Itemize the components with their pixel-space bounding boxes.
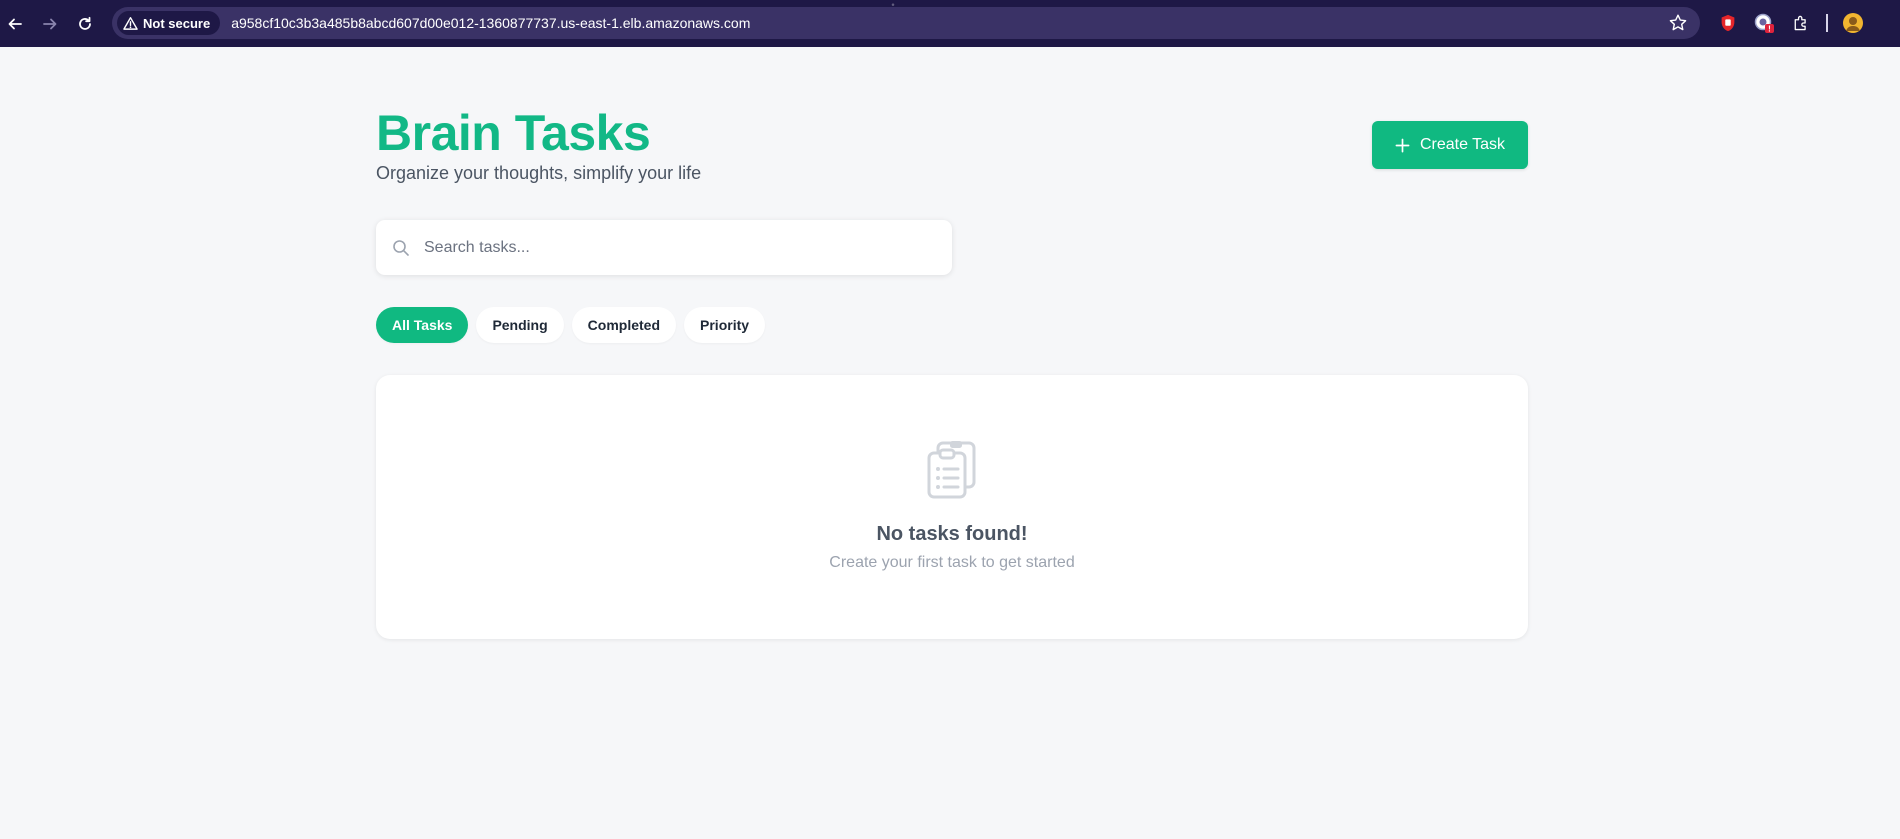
empty-state-card: No tasks found! Create your first task t… (376, 375, 1528, 639)
plus-icon (1395, 138, 1410, 152)
search-input[interactable] (424, 238, 924, 257)
profile-avatar-button[interactable] (1842, 12, 1864, 34)
security-label: Not secure (143, 15, 211, 31)
svg-text:!: ! (1768, 25, 1771, 34)
extension-logo-icon: ! (1754, 13, 1774, 34)
avatar-icon (1843, 13, 1863, 33)
back-button[interactable] (2, 11, 28, 37)
arrow-right-icon (43, 18, 57, 30)
create-task-button[interactable]: Create Task (1372, 121, 1528, 169)
puzzle-icon (1794, 15, 1806, 31)
reload-button[interactable] (72, 11, 98, 37)
shield-icon (1721, 14, 1735, 32)
reload-icon (79, 16, 91, 30)
filter-completed[interactable]: Completed (571, 307, 677, 343)
empty-state-message: Create your first task to get started (829, 554, 1075, 571)
page-title: Brain Tasks (376, 105, 651, 161)
clipboard-list-icon (927, 441, 976, 499)
address-bar[interactable]: Not secure a958cf10c3b3a485b8abcd607d00e… (112, 7, 1700, 39)
extension-shield-button[interactable] (1717, 12, 1739, 34)
warning-icon (123, 16, 138, 30)
security-chip[interactable]: Not secure (117, 11, 221, 35)
filter-all-tasks[interactable]: All Tasks (376, 307, 469, 343)
url-text[interactable]: a958cf10c3b3a485b8abcd607d00e012-1360877… (231, 15, 750, 31)
empty-state-title: No tasks found! (876, 523, 1028, 545)
search-icon (393, 239, 409, 256)
toolbar-divider (1826, 14, 1828, 32)
filter-tabs: All Tasks Pending Completed Priority (376, 307, 766, 343)
forward-button[interactable] (37, 11, 63, 37)
extensions-button[interactable] (1790, 12, 1812, 34)
filter-pending[interactable]: Pending (476, 307, 564, 343)
create-task-label: Create Task (1419, 136, 1506, 153)
arrow-left-icon (8, 18, 22, 30)
extension-badge-button[interactable]: ! (1753, 12, 1775, 34)
page-subtitle: Organize your thoughts, simplify your li… (376, 163, 702, 183)
bookmark-star-icon[interactable] (1668, 13, 1688, 33)
browser-toolbar: Not secure a958cf10c3b3a485b8abcd607d00e… (0, 0, 1900, 47)
search-box[interactable] (376, 220, 952, 275)
filter-priority[interactable]: Priority (684, 307, 766, 343)
